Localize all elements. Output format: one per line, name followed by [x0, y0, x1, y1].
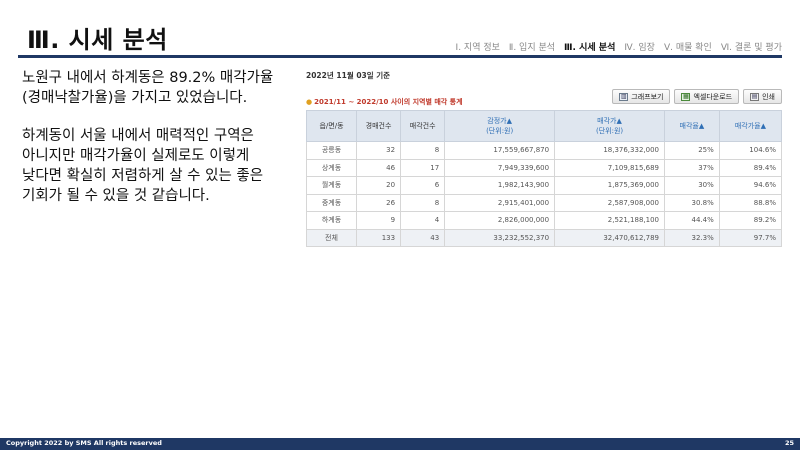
table-cell: 4	[400, 211, 446, 230]
excel-download-label: 엑셀다운로드	[693, 92, 733, 101]
nav-item[interactable]: Ⅳ. 임장	[624, 40, 655, 53]
table-cell: 17,559,667,870	[444, 141, 556, 160]
table-cell: 1,982,143,900	[444, 176, 556, 195]
slide-footer: Copyright 2022 by SMS All rights reserve…	[0, 438, 800, 450]
table-cell: 17	[400, 158, 446, 177]
column-header-unit: (단위:원)	[595, 127, 624, 135]
table-cell: 30.8%	[663, 193, 720, 212]
nav-item[interactable]: Ⅴ. 매물 확인	[664, 40, 712, 53]
table-cell: 43	[400, 228, 446, 247]
table-cell: 8	[400, 193, 446, 212]
slide-header: Ⅲ. 시세 분석 Ⅰ. 지역 정보 Ⅱ. 입지 분석 Ⅲ. 시세 분석 Ⅳ. 임장 Ⅴ.…	[0, 0, 800, 60]
table-cell: 2,587,908,000	[554, 193, 665, 212]
column-header-label: 매각건수	[409, 122, 436, 130]
column-header-label: 매각가율▲	[734, 122, 766, 130]
table-total-row: 전체 133 43 33,232,552,370 32,470,612,789 32.3%…	[306, 228, 783, 247]
nav-item[interactable]: Ⅵ. 결론 및 평가	[721, 40, 782, 53]
table-cell: 7,109,815,689	[554, 158, 665, 177]
table-cell: 2,826,000,000	[444, 211, 556, 230]
column-header-label: 매각율▲	[679, 122, 705, 130]
column-header-label: 경매건수	[365, 122, 392, 130]
table-row: 중계동 26 8 2,915,401,000 2,587,908,000 30.8% 88.…	[306, 193, 783, 212]
table-cell: 상계동	[306, 158, 357, 177]
table-cell: 32.3%	[663, 228, 720, 247]
table-cell: 월계동	[306, 176, 357, 195]
table-cell: 전체	[306, 228, 357, 247]
report-toolbar: ● 2021/11 ~ 2022/10 사이의 지역별 매각 통계 ▥ 그래프보기 …	[306, 89, 782, 107]
print-button[interactable]: ▤ 인쇄	[743, 89, 782, 104]
column-header[interactable]: 매각율▲	[663, 110, 720, 142]
table-cell: 37%	[663, 158, 720, 177]
table-row: 상계동 46 17 7,949,339,600 7,109,815,689 37% 89.4…	[306, 158, 783, 177]
table-cell: 6	[400, 176, 446, 195]
table-cell: 89.4%	[718, 158, 783, 177]
column-header[interactable]: 감정가▲ (단위:원)	[444, 110, 556, 142]
table-row: 하계동 9 4 2,826,000,000 2,521,188,100 44.4% 89.2…	[306, 211, 783, 230]
print-label: 인쇄	[762, 92, 775, 101]
paragraph-2: 하계동이 서울 내에서 매력적인 구역은 아니지만 매각가율이 실제로도 이렇게…	[22, 128, 264, 204]
table-cell: 89.2%	[718, 211, 783, 230]
column-header-unit: (단위:원)	[486, 127, 514, 135]
column-header[interactable]: 매각가▲ (단위:원)	[554, 110, 665, 142]
paragraph-1: 노원구 내에서 하계동은 89.2% 매각가율(경매낙찰가율)을 가지고 있었습…	[22, 70, 274, 106]
report-subtitle-text: 2021/11 ~ 2022/10 사이의 지역별 매각 통계	[314, 98, 463, 106]
table-header-row: 읍/면/동 경매건수 매각건수 감정가▲ (단위:원) 매각가▲ (단위:원) 매각율▲ 매각가…	[306, 110, 783, 142]
table-cell: 33,232,552,370	[444, 228, 556, 247]
section-nav: Ⅰ. 지역 정보 Ⅱ. 입지 분석 Ⅲ. 시세 분석 Ⅳ. 임장 Ⅴ. 매물 확인 Ⅵ. …	[447, 40, 782, 53]
table-cell: 8	[400, 141, 446, 160]
column-header: 읍/면/동	[306, 110, 357, 142]
nav-item[interactable]: Ⅰ. 지역 정보	[456, 40, 500, 53]
table-cell: 하계동	[306, 211, 357, 230]
table-cell: 중계동	[306, 193, 357, 212]
report-buttons: ▥ 그래프보기 ▦ 엑셀다운로드 ▤ 인쇄	[612, 89, 782, 104]
table-cell: 2,915,401,000	[444, 193, 556, 212]
page-title: Ⅲ. 시세 분석	[27, 26, 168, 54]
table-cell: 공릉동	[306, 141, 357, 160]
table-cell: 20	[355, 176, 402, 195]
column-header[interactable]: 매각가율▲	[718, 110, 783, 142]
table-cell: 94.6%	[718, 176, 783, 195]
bar-chart-icon: ▥	[619, 92, 629, 101]
column-header: 매각건수	[400, 110, 446, 142]
report-date: 2022년 11월 03일 기준	[306, 71, 391, 80]
bullet-icon: ●	[306, 98, 313, 106]
report-subtitle: ● 2021/11 ~ 2022/10 사이의 지역별 매각 통계	[306, 97, 463, 107]
table-cell: 2,521,188,100	[554, 211, 665, 230]
table-cell: 26	[355, 193, 402, 212]
nav-item[interactable]: Ⅱ. 입지 분석	[509, 40, 555, 53]
column-header-label: 읍/면/동	[319, 122, 344, 130]
page-number: 25	[784, 439, 794, 447]
table-cell: 9	[355, 211, 402, 230]
region-stats-table: 읍/면/동 경매건수 매각건수 감정가▲ (단위:원) 매각가▲ (단위:원) 매각율▲ 매각가…	[306, 110, 783, 247]
table-cell: 44.4%	[663, 211, 720, 230]
table-cell: 97.7%	[718, 228, 783, 247]
table-cell: 32,470,612,789	[554, 228, 665, 247]
column-header-label: 매각가▲	[597, 117, 622, 125]
body-text: 노원구 내에서 하계동은 89.2% 매각가율(경매낙찰가율)을 가지고 있었습…	[22, 68, 287, 224]
graph-view-label: 그래프보기	[631, 92, 664, 101]
nav-item[interactable]: Ⅲ. 시세 분석	[564, 40, 615, 53]
table-cell: 18,376,332,000	[554, 141, 665, 160]
table-cell: 7,949,339,600	[444, 158, 556, 177]
graph-view-button[interactable]: ▥ 그래프보기	[612, 89, 671, 104]
table-cell: 32	[355, 141, 402, 160]
excel-download-button[interactable]: ▦ 엑셀다운로드	[674, 89, 740, 104]
table-cell: 46	[355, 158, 402, 177]
column-header: 경매건수	[355, 110, 402, 142]
table-row: 공릉동 32 8 17,559,667,870 18,376,332,000 25% 104…	[306, 141, 783, 160]
printer-icon: ▤	[750, 92, 760, 101]
spreadsheet-icon: ▦	[681, 92, 691, 101]
column-header-label: 감정가▲	[487, 117, 512, 125]
header-divider	[18, 55, 782, 58]
auction-statistics-panel: 2022년 11월 03일 기준 ● 2021/11 ~ 2022/10 사이의 …	[306, 70, 783, 247]
table-cell: 88.8%	[718, 193, 783, 212]
table-cell: 25%	[663, 141, 720, 160]
table-row: 월계동 20 6 1,982,143,900 1,875,369,000 30% 94.6%	[306, 176, 783, 195]
footer-copyright: Copyright 2022 by SMS All rights reserve…	[6, 439, 162, 447]
table-cell: 1,875,369,000	[554, 176, 665, 195]
table-cell: 30%	[663, 176, 720, 195]
table-cell: 104.6%	[718, 141, 783, 160]
table-cell: 133	[355, 228, 402, 247]
